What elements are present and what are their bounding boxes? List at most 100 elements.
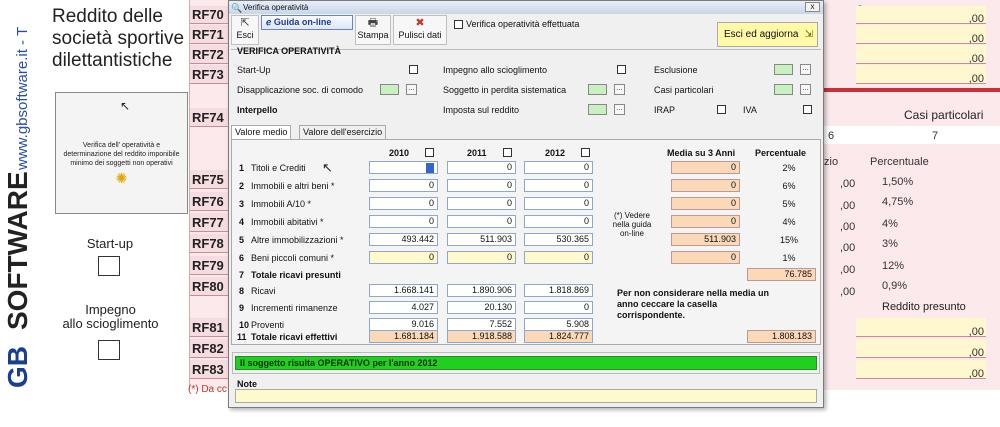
- row-label: Incrementi rimanenze: [251, 303, 338, 313]
- avg-cell: 0: [671, 251, 740, 264]
- impegno-option-checkbox[interactable]: [617, 65, 626, 74]
- startup-option-checkbox[interactable]: [409, 65, 418, 74]
- value-cell[interactable]: 0: [369, 251, 438, 264]
- pct-value: 4%: [882, 218, 898, 230]
- value-cell[interactable]: 4.027: [369, 301, 438, 314]
- value-cell[interactable]: 0: [524, 179, 593, 192]
- value-cell[interactable]: 0: [524, 197, 593, 210]
- sparkle-icon: ✺: [115, 170, 128, 186]
- impegno-checkbox[interactable]: [98, 340, 120, 360]
- amount-field[interactable]: ,00: [856, 360, 986, 380]
- avg-header: Media su 3 Anni: [667, 148, 736, 158]
- year-header: 2012: [545, 148, 566, 158]
- rf-code: RF80: [190, 277, 230, 296]
- row-number: 6: [239, 253, 245, 263]
- year-checkbox[interactable]: [581, 148, 590, 157]
- pct-value: 6%: [782, 181, 796, 191]
- note-field[interactable]: [235, 389, 817, 403]
- value-cell[interactable]: 0: [447, 179, 516, 192]
- value-cell[interactable]: 0: [447, 215, 516, 228]
- value-cell[interactable]: 0: [524, 251, 593, 264]
- website-text: www.gbsoftware.it - T: [14, 26, 31, 170]
- guide-online-button[interactable]: ℯ Guida on-line: [261, 15, 353, 30]
- row-label: Beni piccoli comuni *: [251, 253, 335, 263]
- value-cell[interactable]: 1.668.141: [369, 284, 438, 297]
- dialog-titlebar: 🔍 Verifica operatività x: [229, 1, 823, 14]
- value-cell[interactable]: 0: [524, 161, 593, 174]
- row-number: 3: [239, 199, 245, 209]
- row-number: 10: [239, 320, 250, 330]
- value-cell[interactable]: 0: [447, 197, 516, 210]
- perdita-field[interactable]: [588, 84, 607, 95]
- startup-checkbox[interactable]: [98, 256, 120, 276]
- close-button[interactable]: x: [805, 2, 820, 12]
- iva-checkbox[interactable]: [803, 105, 812, 114]
- value-cell[interactable]: 493.442: [369, 233, 438, 246]
- disapplicazione-field[interactable]: [380, 84, 399, 95]
- amount-field[interactable]: ,00: [856, 45, 986, 65]
- amount-field[interactable]: ,00: [856, 6, 986, 25]
- value-cell[interactable]: 511.903: [447, 233, 516, 246]
- irap-checkbox[interactable]: [717, 105, 726, 114]
- row-number: 11: [237, 332, 247, 342]
- value-cell[interactable]: 0: [369, 215, 438, 228]
- value-cell[interactable]: 0: [524, 301, 593, 314]
- value-cell[interactable]: 1.818.869: [524, 284, 593, 297]
- total-cell: 1.918.588: [447, 330, 516, 343]
- casi-picker-button[interactable]: …: [800, 84, 811, 95]
- value-cell[interactable]: 0: [369, 197, 438, 210]
- print-button[interactable]: 🖶 Stampa: [355, 15, 391, 45]
- row-label: Totale ricavi presunti: [251, 270, 341, 280]
- imposta-field[interactable]: [588, 104, 607, 115]
- amount-field[interactable]: ,00: [856, 25, 986, 45]
- row-label: Immobili A/10 *: [251, 199, 312, 209]
- pct-value: 4%: [782, 217, 796, 227]
- pct-value: 4,75%: [882, 196, 914, 208]
- esclusione-picker-button[interactable]: …: [800, 64, 811, 75]
- value-cell[interactable]: 530.365: [524, 233, 593, 246]
- tab-valore-esercizio[interactable]: Valore dell'esercizio: [299, 125, 387, 140]
- startup-option-label: Start-Up: [237, 65, 271, 75]
- row-number: 9: [239, 303, 245, 313]
- presunti-total: 76.785: [747, 268, 816, 281]
- year-checkbox[interactable]: [503, 148, 512, 157]
- impegno-option-label: Impegno allo scioglimento: [443, 65, 548, 75]
- pct-header: Percentuale: [755, 148, 807, 158]
- exit-update-button[interactable]: Esci ed aggiorna ⇲: [717, 22, 818, 47]
- casi-field[interactable]: [774, 84, 793, 95]
- perdita-picker-button[interactable]: …: [614, 84, 625, 95]
- avg-cell: 0: [671, 197, 740, 210]
- value-cell[interactable]: 0: [447, 161, 516, 174]
- pct-value: 5%: [782, 199, 796, 209]
- clear-data-button[interactable]: ✖ Pulisci dati: [393, 15, 447, 45]
- casi-particolari-label: Casi particolari: [904, 108, 984, 122]
- note-label: Note: [237, 379, 257, 389]
- amount-field[interactable]: ,00: [856, 339, 986, 359]
- amount-field[interactable]: ,00: [856, 65, 986, 85]
- row-number: 5: [239, 235, 245, 245]
- startup-label: Start-up: [86, 236, 134, 251]
- value-cell[interactable]: 20.130: [447, 301, 516, 314]
- rf-code-column: RF70 RF71 RF72 RF73 RF74 RF75 RF76 RF77 …: [190, 0, 230, 390]
- disapplicazione-picker-button[interactable]: …: [406, 84, 417, 95]
- verified-label: Verifica operatività effettuata: [466, 19, 580, 29]
- esclusione-field[interactable]: [774, 64, 793, 75]
- value-cell[interactable]: 0: [447, 251, 516, 264]
- value-cell[interactable]: 1.890.906: [447, 284, 516, 297]
- imposta-picker-button[interactable]: …: [614, 104, 625, 115]
- year-checkbox[interactable]: [425, 148, 434, 157]
- row-label: Totale ricavi effettivi: [251, 332, 338, 342]
- imposta-option-label: Imposta sul reddito: [443, 105, 520, 115]
- value-cell[interactable]: 0: [369, 179, 438, 192]
- row-label: Altre immobilizzazioni *: [251, 235, 344, 245]
- value-cell[interactable]: 0: [524, 215, 593, 228]
- exit-button[interactable]: ⇱ Esci: [231, 15, 259, 45]
- search-icon: 🔍: [231, 3, 243, 13]
- casi-option-label: Casi particolari: [654, 85, 714, 95]
- pct-value: 2%: [782, 163, 796, 173]
- amount-field[interactable]: ,00: [856, 318, 986, 338]
- verified-checkbox[interactable]: [454, 20, 463, 29]
- impegno-label: Impegno allo scioglimento: [62, 302, 159, 331]
- tab-valore-medio[interactable]: Valore medio: [231, 125, 292, 140]
- casi-field[interactable]: [824, 126, 1000, 144]
